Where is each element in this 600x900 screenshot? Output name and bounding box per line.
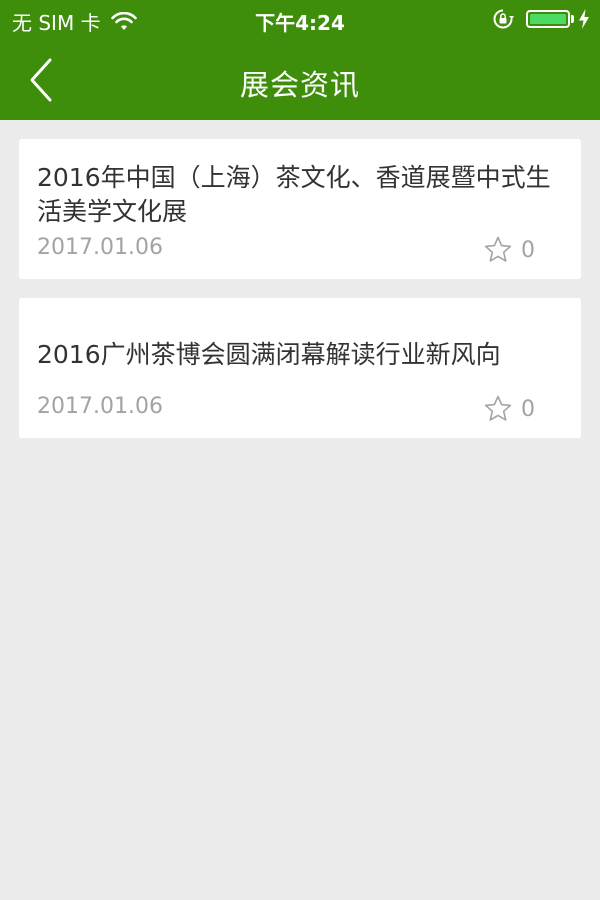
- status-bar: 无 SIM 卡 下午4:24: [0, 0, 600, 40]
- status-right: [492, 8, 590, 30]
- rotation-lock-icon: [492, 8, 514, 30]
- news-item[interactable]: 2016广州茶博会圆满闭幕解读行业新风向 2017.01.06 0: [19, 298, 581, 438]
- favorite-button[interactable]: 0: [483, 394, 535, 424]
- favorite-count: 0: [521, 237, 535, 263]
- charging-icon: [578, 9, 590, 29]
- news-item[interactable]: 2016年中国（上海）茶文化、香道展暨中式生活美学文化展 2017.01.06 …: [19, 139, 581, 279]
- news-date: 2017.01.06: [37, 394, 163, 419]
- battery-icon: [526, 10, 570, 28]
- battery-tip: [571, 15, 574, 23]
- news-title[interactable]: 2016年中国（上海）茶文化、香道展暨中式生活美学文化展: [37, 161, 553, 229]
- favorite-button[interactable]: 0: [483, 235, 535, 265]
- battery-level-fill: [530, 14, 566, 24]
- star-icon: [484, 395, 512, 421]
- news-date: 2017.01.06: [37, 235, 163, 260]
- news-title[interactable]: 2016广州茶博会圆满闭幕解读行业新风向: [37, 338, 553, 372]
- nav-bar: 展会资讯: [0, 40, 600, 120]
- star-icon: [484, 236, 512, 262]
- app-header: 无 SIM 卡 下午4:24 展会资讯: [0, 0, 600, 120]
- page-title: 展会资讯: [239, 68, 360, 102]
- favorite-count: 0: [521, 396, 535, 422]
